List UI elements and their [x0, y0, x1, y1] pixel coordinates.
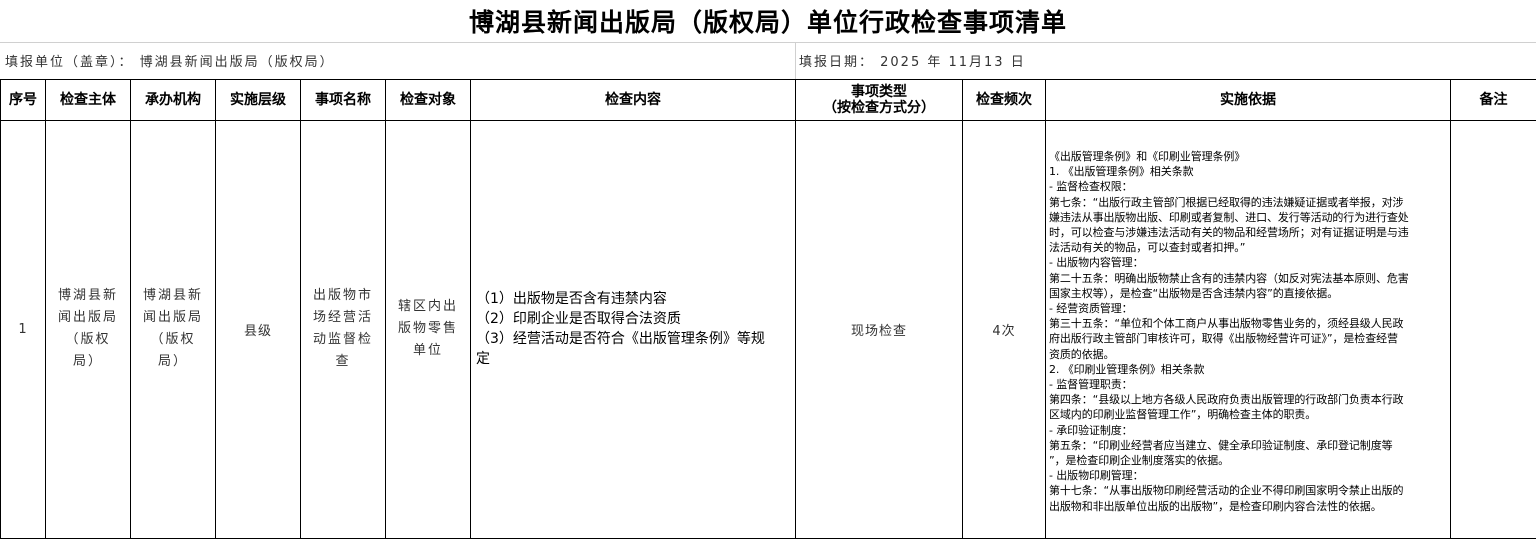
basis-line: - 出版物内容管理： [1049, 255, 1447, 270]
cell-remarks [1451, 121, 1536, 539]
header-basis: 实施依据 [1046, 80, 1451, 121]
basis-line: 《出版管理条例》和《印刷业管理条例》 [1049, 149, 1447, 164]
header-item: 事项名称 [301, 80, 386, 121]
basis-line: - 承印验证制度： [1049, 423, 1447, 438]
header-target: 检查对象 [386, 80, 471, 121]
cell-basis: 《出版管理条例》和《印刷业管理条例》 1. 《出版管理条例》相关条款 - 监督检… [1046, 121, 1451, 539]
cell-agency: 博湖县新闻出版局（版权局） [131, 121, 216, 539]
document-page: 博湖县新闻出版局（版权局）单位行政检查事项清单 填报单位（盖章）： 博湖县新闻出… [0, 0, 1536, 538]
basis-line: 出版物和非出版单位出版的出版物”，是检查印刷内容合法性的依据。 [1049, 499, 1447, 514]
cell-agency-text: 博湖县新闻出版局（版权局） [131, 285, 215, 373]
basis-line: 第四条：“县级以上地方各级人民政府负责出版管理的行政部门负责本行政 [1049, 392, 1447, 407]
table-row: 1 博湖县新闻出版局（版权局） 博湖县新闻出版局（版权局） 县级 出版物市场经营… [1, 121, 1536, 539]
header-remarks: 备注 [1451, 80, 1536, 121]
content-line: 定 [476, 349, 789, 369]
cell-subject: 博湖县新闻出版局（版权局） [46, 121, 131, 539]
filler-unit: 填报单位（盖章）： 博湖县新闻出版局（版权局） [5, 42, 790, 79]
basis-line: 第七条：“出版行政主管部门根据已经取得的违法嫌疑证据或者举报，对涉 [1049, 195, 1447, 210]
basis-line: - 监督检查权限： [1049, 179, 1447, 194]
basis-line: 国家主权等），是检查“出版物是否含违禁内容”的直接依据。 [1049, 286, 1447, 301]
cell-subject-text: 博湖县新闻出版局（版权局） [46, 285, 130, 373]
basis-line: 区域内的印刷业监督管理工作”，明确检查主体的职责。 [1049, 407, 1447, 422]
document-title: 博湖县新闻出版局（版权局）单位行政检查事项清单 [0, 0, 1536, 43]
cell-content: （1）出版物是否含有违禁内容 （2）印刷企业是否取得合法资质 （3）经营活动是否… [471, 121, 796, 539]
content-line: （2）印刷企业是否取得合法资质 [476, 309, 789, 329]
content-line: （1）出版物是否含有违禁内容 [476, 289, 789, 309]
basis-line: 时，可以检查与涉嫌违法活动有关的物品和经营场所；对有证据证明是与违 [1049, 225, 1447, 240]
basis-line: 1. 《出版管理条例》相关条款 [1049, 164, 1447, 179]
basis-line: 嫌违法从事出版物出版、印刷或者复制、进口、发行等活动的行为进行查处 [1049, 210, 1447, 225]
cell-frequency: 4次 [963, 121, 1046, 539]
cell-item: 出版物市场经营活动监督检查 [301, 121, 386, 539]
cell-item-text: 出版物市场经营活动监督检查 [301, 285, 385, 373]
basis-line: 第十七条：“从事出版物印刷经营活动的企业不得印刷国家明令禁止出版的 [1049, 483, 1447, 498]
header-content: 检查内容 [471, 80, 796, 121]
basis-line: 第三十五条：“单位和个体工商户从事出版物零售业务的，须经县级人民政 [1049, 316, 1447, 331]
filler-date: 填报日期： 2025 年 11月13 日 [799, 42, 1529, 79]
basis-line: ”，是检查印刷企业制度落实的依据。 [1049, 453, 1447, 468]
header-row: 序号 检查主体 承办机构 实施层级 事项名称 检查对象 检查内容 事项类型 （按… [1, 80, 1536, 121]
basis-line: 资质的依据。 [1049, 347, 1447, 362]
info-divider [795, 42, 796, 79]
header-type-line2: （按检查方式分） [796, 100, 962, 116]
basis-line: 第二十五条：明确出版物禁止含有的违禁内容（如反对宪法基本原则、危害 [1049, 271, 1447, 286]
content-line: （3）经营活动是否符合《出版管理条例》等规 [476, 329, 789, 349]
basis-line: - 经营资质管理： [1049, 301, 1447, 316]
cell-target: 辖区内出版物零售单位 [386, 121, 471, 539]
basis-line: 府出版行政主管部门审核许可，取得《出版物经营许可证》”，是检查经营 [1049, 331, 1447, 346]
basis-line: 法活动有关的物品，可以查封或者扣押。” [1049, 240, 1447, 255]
basis-line: 第五条：“印刷业经营者应当建立、健全承印验证制度、承印登记制度等 [1049, 438, 1447, 453]
header-level: 实施层级 [216, 80, 301, 121]
inspection-table: 序号 检查主体 承办机构 实施层级 事项名称 检查对象 检查内容 事项类型 （按… [0, 79, 1536, 539]
header-seq: 序号 [1, 80, 46, 121]
basis-line: - 出版物印刷管理： [1049, 468, 1447, 483]
cell-seq: 1 [1, 121, 46, 539]
cell-type: 现场检查 [796, 121, 963, 539]
header-type-line1: 事项类型 [796, 84, 962, 100]
header-type: 事项类型 （按检查方式分） [796, 80, 963, 121]
basis-line: 2. 《印刷业管理条例》相关条款 [1049, 362, 1447, 377]
cell-target-text: 辖区内出版物零售单位 [386, 296, 470, 362]
basis-line: - 监督管理职责： [1049, 377, 1447, 392]
cell-level: 县级 [216, 121, 301, 539]
header-subject: 检查主体 [46, 80, 131, 121]
header-frequency: 检查频次 [963, 80, 1046, 121]
header-agency: 承办机构 [131, 80, 216, 121]
